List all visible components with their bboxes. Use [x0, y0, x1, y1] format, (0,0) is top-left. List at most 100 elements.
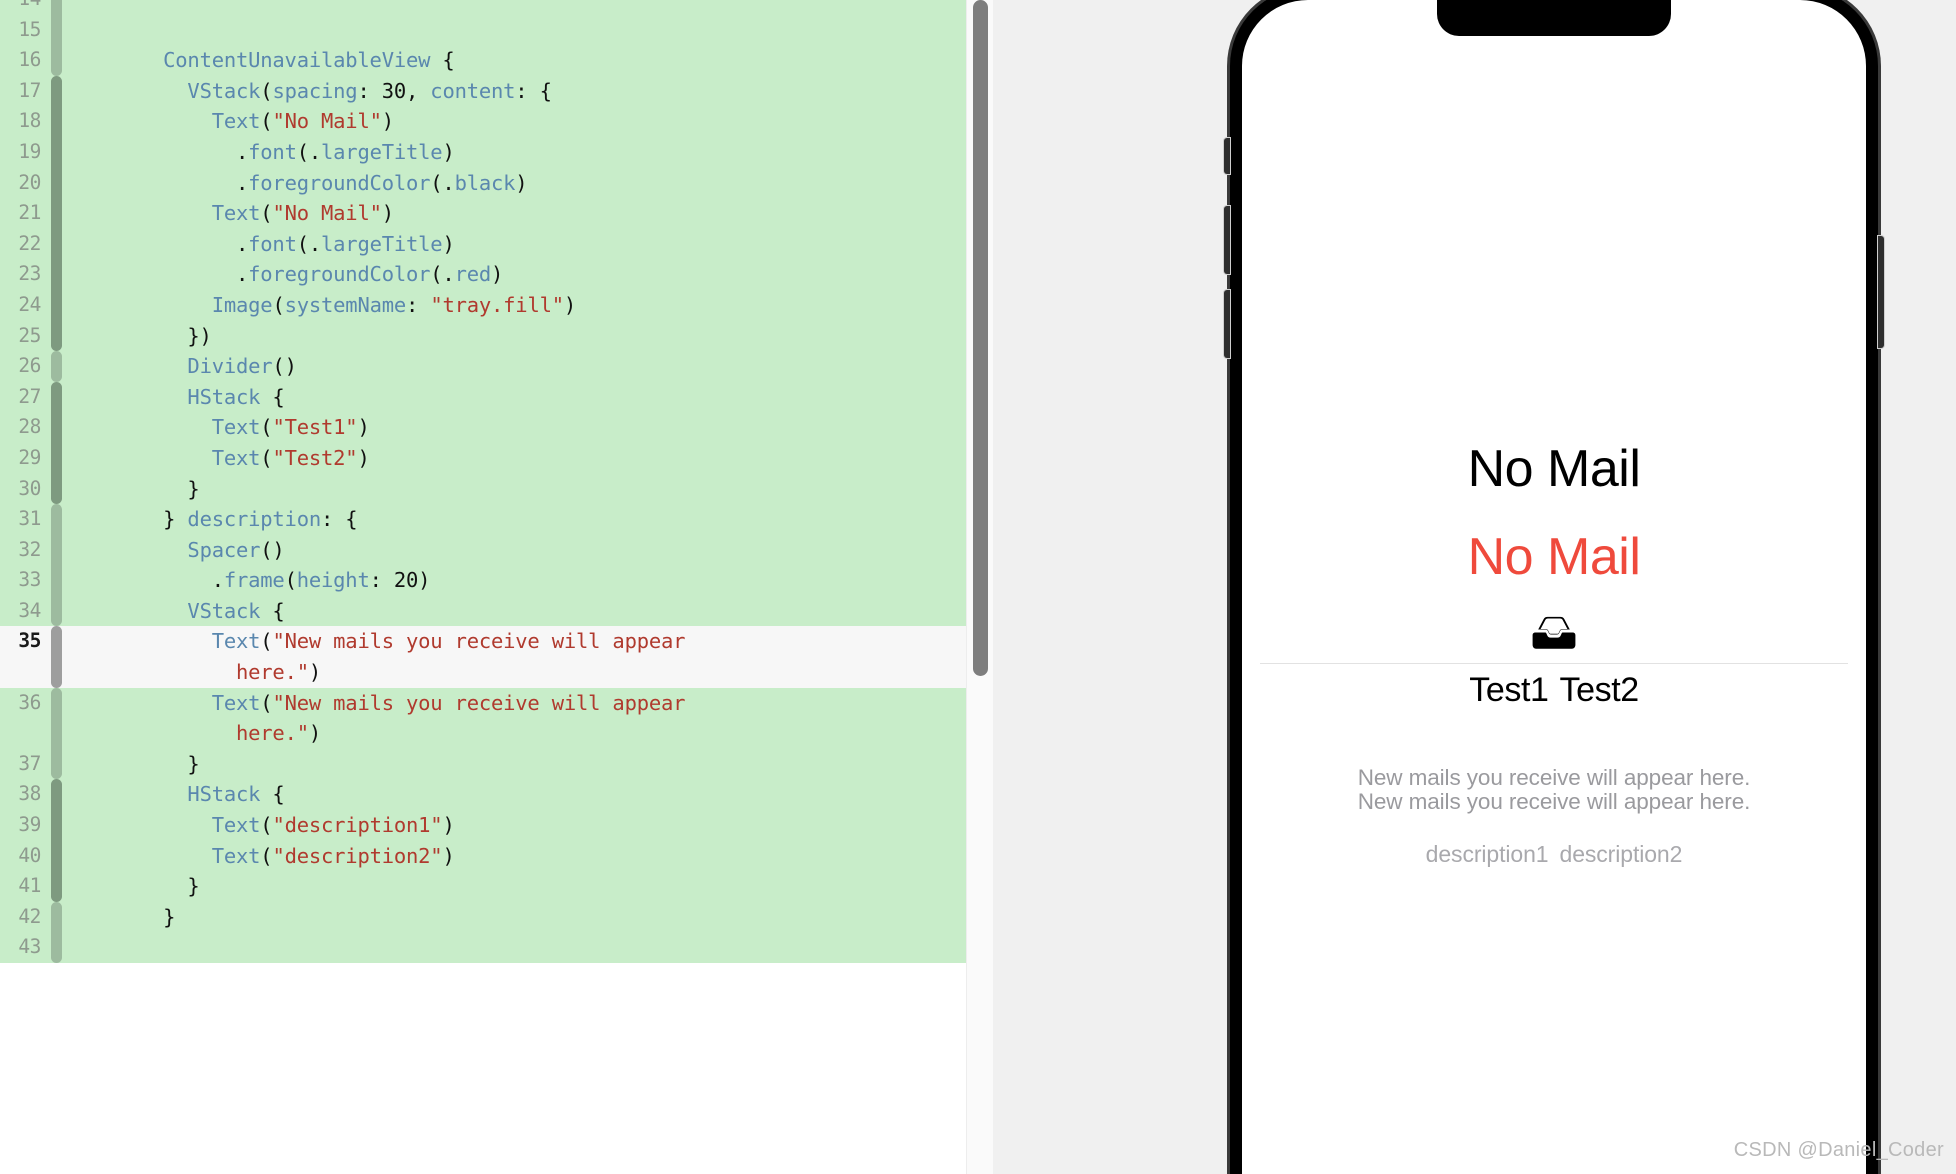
code-text[interactable]: .foregroundColor(.red)	[62, 259, 993, 290]
code-line[interactable]: 25 })	[0, 320, 993, 352]
code-text[interactable]: ContentUnavailableView {	[62, 45, 993, 76]
line-number: 38	[18, 782, 41, 806]
code-line[interactable]: 32 Spacer()	[0, 534, 993, 566]
code-line[interactable]: 33 .frame(height: 20)	[0, 565, 993, 596]
code-text[interactable]: VStack {	[62, 596, 993, 627]
code-line[interactable]: 37 }	[0, 748, 993, 780]
source-editor[interactable]: 14 15 16 ContentUnavailableView {17 VSta…	[0, 0, 993, 1174]
code-text[interactable]: }	[62, 749, 993, 780]
code-line[interactable]: 21 Text("No Mail")	[0, 198, 993, 229]
code-lines-container[interactable]: 14 15 16 ContentUnavailableView {17 VSta…	[0, 0, 993, 963]
code-token: VStack	[187, 78, 261, 103]
code-line[interactable]: 27 HStack {	[0, 381, 993, 413]
code-text[interactable]: }	[62, 871, 993, 902]
code-line[interactable]: 29 Text("Test2")	[0, 442, 993, 474]
code-line[interactable]: 31 } description: {	[0, 504, 993, 535]
code-line[interactable]: 38 HStack {	[0, 779, 993, 811]
volume-down-button[interactable]	[1224, 290, 1230, 358]
editor-vertical-scrollbar[interactable]	[966, 0, 993, 1174]
code-line[interactable]: 14	[0, 0, 993, 15]
code-line[interactable]: 17 VStack(spacing: 30, content: {	[0, 75, 993, 107]
code-text[interactable]: Text("New mails you receive will appear …	[62, 688, 993, 749]
code-text[interactable]: .frame(height: 20)	[62, 565, 993, 596]
scope-indicator-bar	[48, 0, 62, 15]
code-text[interactable]: Text("Test1")	[62, 412, 993, 443]
iphone-screen[interactable]: No Mail No Mail Test1 Test2 New mails yo…	[1242, 0, 1866, 1174]
code-token: Divider	[187, 354, 273, 379]
code-text[interactable]	[62, 15, 993, 46]
code-text[interactable]: Text("description1")	[62, 810, 993, 841]
code-line[interactable]: 26 Divider()	[0, 351, 993, 382]
line-number: 20	[18, 170, 41, 194]
code-text[interactable]: Text("No Mail")	[62, 198, 993, 229]
code-line[interactable]: 24 Image(systemName: "tray.fill")	[0, 289, 993, 321]
code-text[interactable]: }	[62, 902, 993, 933]
code-text[interactable]: Text("description2")	[62, 841, 993, 872]
scope-indicator-bar	[48, 289, 62, 321]
scope-indicator-bar	[48, 932, 62, 963]
code-line[interactable]: 16 ContentUnavailableView {	[0, 45, 993, 76]
line-number: 27	[18, 384, 41, 408]
description-hstack-text-2: description2	[1559, 840, 1683, 867]
volume-up-button[interactable]	[1224, 206, 1230, 274]
code-text[interactable]: })	[62, 321, 993, 352]
code-text[interactable]: Text("No Mail")	[62, 106, 993, 137]
scope-indicator-bar	[48, 351, 62, 382]
code-line[interactable]: 43	[0, 932, 993, 963]
code-line[interactable]: 22 .font(.largeTitle)	[0, 228, 993, 260]
code-text[interactable]: VStack(spacing: 30, content: {	[62, 76, 993, 107]
code-token: here."	[236, 660, 309, 685]
code-line[interactable]: 15	[0, 14, 993, 46]
hstack-text-1: Test1	[1469, 670, 1549, 709]
power-button[interactable]	[1878, 236, 1884, 348]
code-line[interactable]: 28 Text("Test1")	[0, 412, 993, 443]
editor-scrollbar-thumb[interactable]	[973, 0, 988, 676]
code-text[interactable]: Text("Test2")	[62, 443, 993, 474]
code-text[interactable]: }	[62, 474, 993, 505]
code-token: {	[260, 782, 285, 807]
code-line[interactable]: 40 Text("description2")	[0, 840, 993, 872]
code-line[interactable]: 20 .foregroundColor(.black)	[0, 167, 993, 199]
code-token: (	[284, 568, 297, 593]
code-token: (.	[296, 231, 322, 256]
code-text[interactable]	[62, 932, 993, 963]
code-text[interactable]: HStack {	[62, 382, 993, 413]
line-number: 32	[18, 537, 41, 561]
code-token: height	[296, 568, 370, 593]
code-token: :	[406, 292, 431, 317]
code-text[interactable]: Spacer()	[62, 535, 993, 566]
code-line[interactable]: 35 Text("New mails you receive will appe…	[0, 626, 993, 688]
line-number: 17	[18, 78, 41, 102]
code-token: .	[66, 262, 249, 287]
code-line[interactable]: 41 }	[0, 871, 993, 902]
preview-canvas[interactable]: No Mail No Mail Test1 Test2 New mails yo…	[993, 0, 1956, 1174]
scope-indicator-bar	[48, 106, 62, 137]
code-text[interactable]: .foregroundColor(.black)	[62, 168, 993, 199]
code-text[interactable]: .font(.largeTitle)	[62, 137, 993, 168]
code-line[interactable]: 39 Text("description1")	[0, 810, 993, 841]
code-line[interactable]: 19 .font(.largeTitle)	[0, 136, 993, 168]
line-number: 30	[18, 476, 41, 500]
code-line[interactable]: 30 }	[0, 473, 993, 505]
code-text[interactable]: Image(systemName: "tray.fill")	[62, 290, 993, 321]
code-text[interactable]: Divider()	[62, 351, 993, 382]
code-token: )	[381, 109, 394, 134]
code-text[interactable]: } description: {	[62, 504, 993, 535]
mute-switch-button[interactable]	[1224, 138, 1230, 174]
code-line[interactable]: 42 }	[0, 901, 993, 933]
scope-indicator-bar	[48, 840, 62, 872]
code-line[interactable]: 18 Text("No Mail")	[0, 106, 993, 137]
code-line[interactable]: 23 .foregroundColor(.red)	[0, 259, 993, 290]
code-text[interactable]: .font(.largeTitle)	[62, 229, 993, 260]
code-text[interactable]: Text("New mails you receive will appear …	[62, 626, 993, 687]
code-line[interactable]: 36 Text("New mails you receive will appe…	[0, 687, 993, 749]
code-token: })	[66, 323, 212, 348]
code-text[interactable]	[62, 0, 993, 15]
code-text[interactable]: HStack {	[62, 779, 993, 810]
code-line[interactable]: 34 VStack {	[0, 595, 993, 627]
